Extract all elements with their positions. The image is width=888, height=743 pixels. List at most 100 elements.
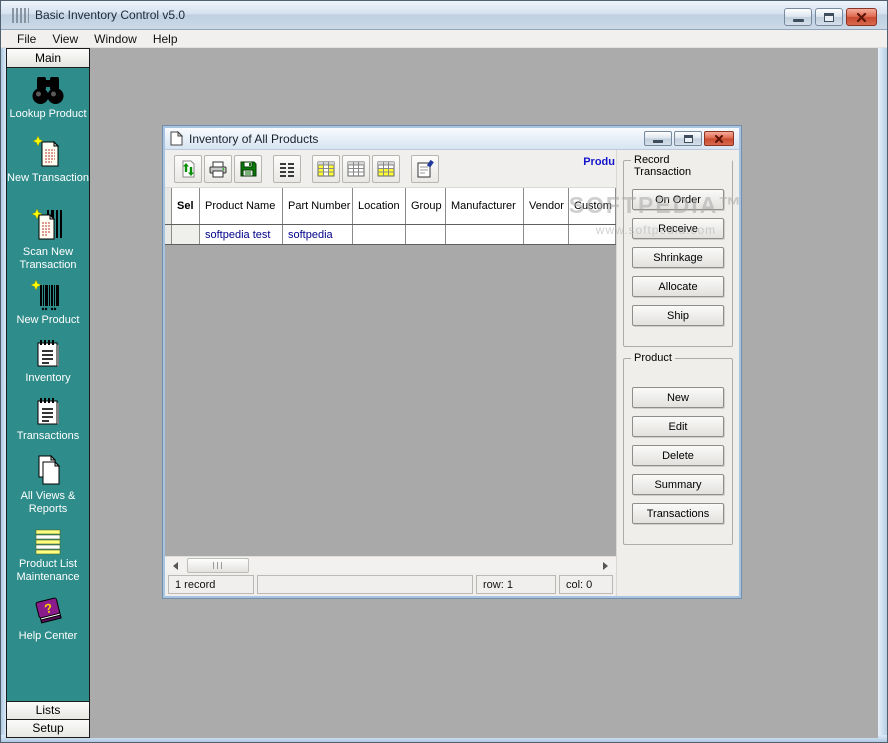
inventory-window: Inventory of All Products — [163, 126, 741, 598]
menu-view[interactable]: View — [44, 31, 86, 47]
refresh-button[interactable] — [174, 155, 202, 183]
row-selector[interactable] — [165, 225, 172, 244]
sidebar-item-transactions[interactable]: Transactions — [7, 396, 89, 443]
save-button[interactable] — [234, 155, 262, 183]
column-header-customer[interactable]: Custom — [569, 188, 616, 224]
sidebar-item-lookup-product[interactable]: Lookup Product — [7, 74, 89, 121]
inventory-window-title: Inventory of All Products — [189, 132, 644, 146]
table-row[interactable]: softpedia test softpedia — [165, 225, 616, 245]
sidebar-item-new-product[interactable]: New Product — [7, 280, 89, 327]
refresh-icon — [178, 159, 198, 179]
help-book-icon: ? — [31, 594, 65, 628]
row-gutter-header — [165, 188, 172, 224]
cell-customer[interactable] — [569, 225, 616, 244]
arrow-left-icon — [169, 562, 178, 570]
form-edit-button[interactable] — [411, 155, 439, 183]
close-icon — [856, 13, 867, 22]
new-receipt-icon — [32, 136, 64, 170]
sidebar-item-help-center[interactable]: ? Help Center — [7, 594, 89, 643]
grid-columns-button[interactable] — [312, 155, 340, 183]
menu-file[interactable]: File — [9, 31, 44, 47]
column-header-manufacturer[interactable]: Manufacturer — [446, 188, 524, 224]
child-maximize-button[interactable] — [674, 131, 702, 146]
grid-header-row: Sel Product Name Part Number Location Gr… — [165, 188, 616, 225]
inventory-window-titlebar[interactable]: Inventory of All Products — [165, 128, 739, 150]
close-icon — [714, 135, 724, 143]
product-group-title: Product — [631, 352, 675, 364]
form-edit-icon — [415, 159, 435, 179]
maximize-button[interactable] — [815, 8, 843, 26]
scan-receipt-icon — [31, 208, 65, 244]
cell-vendor[interactable] — [524, 225, 569, 244]
grip-icon — [213, 562, 224, 569]
sidebar-item-inventory[interactable]: Inventory — [7, 338, 89, 385]
rows-view-button[interactable] — [273, 155, 301, 183]
minimize-button[interactable] — [784, 8, 812, 26]
menu-window[interactable]: Window — [86, 31, 145, 47]
app-barcode-icon — [12, 8, 29, 23]
print-button[interactable] — [204, 155, 232, 183]
sidebar-item-product-list-maintenance[interactable]: Product List Maintenance — [7, 528, 89, 584]
ship-button[interactable]: Ship — [632, 305, 724, 326]
window-title: Basic Inventory Control v5.0 — [35, 8, 185, 22]
sidebar-item-new-transaction[interactable]: New Transaction — [7, 136, 89, 185]
binoculars-icon — [31, 74, 65, 106]
column-header-vendor[interactable]: Vendor — [524, 188, 569, 224]
product-transactions-button[interactable]: Transactions — [632, 503, 724, 524]
edit-product-button[interactable]: Edit — [632, 416, 724, 437]
app-window: Basic Inventory Control v5.0 File View W… — [0, 0, 888, 743]
scroll-right-button[interactable] — [598, 558, 614, 573]
notepad-icon — [32, 396, 64, 428]
scrollbar-thumb[interactable] — [187, 558, 249, 573]
window-titlebar[interactable]: Basic Inventory Control v5.0 — [1, 1, 887, 30]
sidebar: Main Lookup Product — [6, 48, 90, 738]
record-transaction-group: Record Transaction On Order Receive Shri… — [623, 160, 733, 347]
column-header-part-number[interactable]: Part Number — [283, 188, 353, 224]
minimize-icon — [653, 140, 663, 143]
new-product-button[interactable]: New — [632, 387, 724, 408]
sidebar-tab-setup[interactable]: Setup — [7, 719, 89, 737]
grid-rows-button[interactable] — [372, 155, 400, 183]
child-minimize-button[interactable] — [644, 131, 672, 146]
column-header-sel[interactable]: Sel — [172, 188, 200, 224]
cell-manufacturer[interactable] — [446, 225, 524, 244]
print-icon — [208, 159, 228, 179]
menu-help[interactable]: Help — [145, 31, 186, 47]
maximize-icon — [684, 135, 693, 143]
cell-part-number[interactable]: softpedia — [283, 225, 353, 244]
close-button[interactable] — [846, 8, 877, 26]
cell-sel[interactable] — [172, 225, 200, 244]
child-close-button[interactable] — [704, 131, 734, 146]
sidebar-tab-lists[interactable]: Lists — [7, 701, 89, 719]
receive-button[interactable]: Receive — [632, 218, 724, 239]
rows-view-icon — [277, 159, 297, 179]
column-header-product-name[interactable]: Product Name — [200, 188, 283, 224]
grid-rows-icon — [376, 159, 396, 179]
status-row-indicator: row: 1 — [476, 575, 556, 594]
allocate-button[interactable]: Allocate — [632, 276, 724, 297]
delete-product-button[interactable]: Delete — [632, 445, 724, 466]
barcode-icon — [31, 280, 65, 312]
cell-group[interactable] — [406, 225, 446, 244]
sidebar-item-all-views-reports[interactable]: All Views & Reports — [7, 454, 89, 516]
document-icon — [170, 131, 183, 146]
minimize-icon — [793, 19, 804, 22]
grid-icon — [346, 159, 366, 179]
grid-toolbar: Produ — [165, 150, 616, 188]
column-header-group[interactable]: Group — [406, 188, 446, 224]
on-order-button[interactable]: On Order — [632, 189, 724, 210]
sidebar-body: Lookup Product New Transaction — [7, 68, 89, 701]
column-header-location[interactable]: Location — [353, 188, 406, 224]
shrinkage-button[interactable]: Shrinkage — [632, 247, 724, 268]
summary-button[interactable]: Summary — [632, 474, 724, 495]
notepad-icon — [32, 338, 64, 370]
horizontal-scrollbar[interactable] — [165, 556, 616, 573]
products-grid: Sel Product Name Part Number Location Gr… — [165, 188, 616, 556]
sidebar-item-scan-new-transaction[interactable]: Scan New Transaction — [7, 208, 89, 272]
cell-location[interactable] — [353, 225, 406, 244]
cell-product-name[interactable]: softpedia test — [200, 225, 283, 244]
grid-button[interactable] — [342, 155, 370, 183]
sidebar-tab-main[interactable]: Main — [7, 49, 89, 68]
scroll-left-button[interactable] — [167, 558, 183, 573]
documents-icon — [32, 454, 64, 488]
